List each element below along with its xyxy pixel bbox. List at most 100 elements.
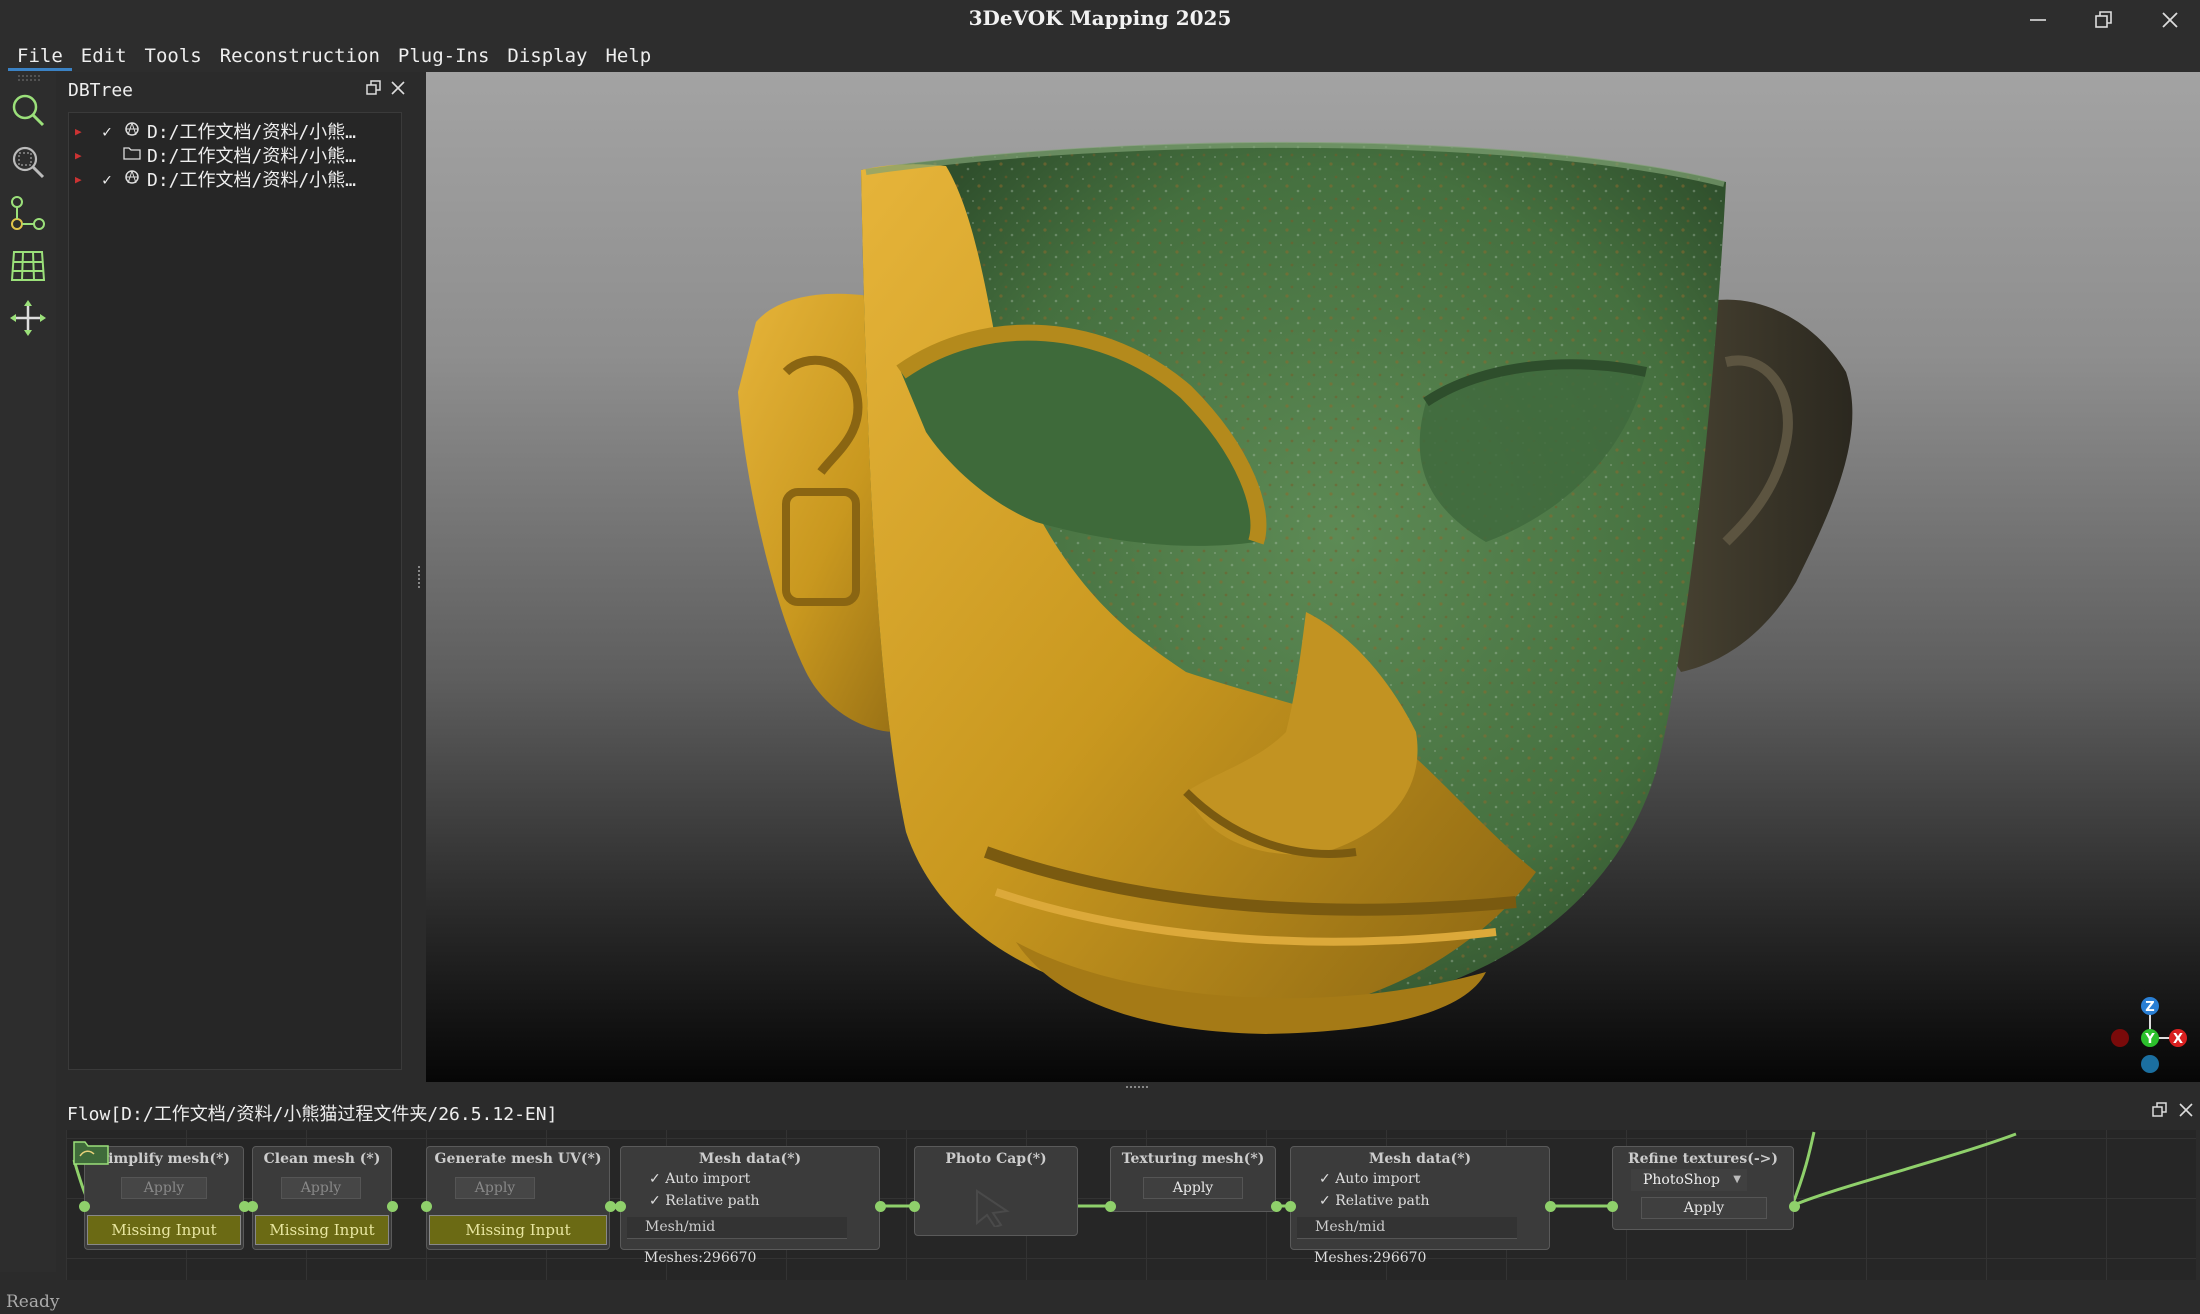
tree-item[interactable]: ▶ D:/工作文档/资料/小熊…: [69, 143, 399, 167]
restore-icon: [2095, 11, 2112, 28]
cursor-watermark-icon: [976, 1189, 1010, 1227]
node-title: Mesh data(*): [1368, 1151, 1472, 1167]
missing-input-status: Missing Input: [255, 1215, 389, 1245]
dbtree-close-button[interactable]: [390, 80, 406, 101]
mesh-path-field[interactable]: Mesh/mid: [1297, 1217, 1517, 1239]
close-icon: [2162, 12, 2178, 28]
apply-button[interactable]: Apply: [1143, 1177, 1243, 1199]
menu-reconstruction[interactable]: Reconstruction: [211, 41, 389, 71]
dbtree-list: ▶ ✓ D:/工作文档/资料/小熊… ▶ D:/工作文档/资料/小熊… ▶ ✓ …: [68, 112, 402, 1070]
restore-button[interactable]: [2076, 4, 2132, 36]
menu-plug-ins[interactable]: Plug-Ins: [389, 41, 499, 71]
flow-graph-canvas[interactable]: Simplify mesh(*) Apply Missing Input Cle…: [66, 1130, 2196, 1280]
mesh-data-node[interactable]: Mesh data(*) ✓ Auto import ✓ Relative pa…: [1290, 1146, 1550, 1250]
flow-close-button[interactable]: [2178, 1102, 2194, 1123]
auto-import-label: Auto import: [665, 1171, 751, 1187]
node-port[interactable]: [1789, 1201, 1800, 1212]
node-port[interactable]: [875, 1201, 886, 1212]
axis-gizmo[interactable]: Z X Y: [2106, 992, 2196, 1082]
expand-arrow-icon[interactable]: ▶: [75, 149, 89, 162]
mesh-path-field[interactable]: Mesh/mid: [627, 1217, 847, 1239]
node-port[interactable]: [247, 1201, 258, 1212]
flow-panel: Flow[D:/工作文档/资料/小熊猫过程文件夹/26.5.12-EN] Sim…: [56, 1082, 2200, 1288]
neg-z-axis-ball[interactable]: [2141, 1055, 2159, 1073]
node-port[interactable]: [79, 1201, 90, 1212]
relative-path-checkbox[interactable]: ✓ Relative path: [1319, 1193, 1430, 1209]
node-port[interactable]: [421, 1201, 432, 1212]
tree-item-label: D:/工作文档/资料/小熊…: [147, 146, 357, 167]
mesh-object-icon: [121, 121, 143, 141]
node-graph-tool-button[interactable]: [6, 192, 50, 236]
node-port[interactable]: [1285, 1201, 1296, 1212]
search-icon: [12, 94, 45, 127]
chevron-down-icon: ▼: [1733, 1174, 1741, 1185]
mesh-grid-tool-button[interactable]: [6, 244, 50, 288]
menu-help[interactable]: Help: [596, 41, 660, 71]
apply-button[interactable]: Apply: [455, 1177, 535, 1199]
mesh-count: Meshes:296670: [644, 1250, 757, 1266]
search-tool-button[interactable]: [6, 88, 50, 132]
apply-button[interactable]: Apply: [1641, 1197, 1767, 1219]
move-tool-button[interactable]: [6, 296, 50, 340]
neg-x-axis-ball[interactable]: [2111, 1029, 2129, 1047]
close-icon: [391, 81, 405, 95]
apply-button[interactable]: Apply: [281, 1177, 361, 1199]
missing-input-status: Missing Input: [429, 1215, 607, 1245]
node-port[interactable]: [909, 1201, 920, 1212]
y-axis-label: Y: [2144, 1032, 2155, 1047]
status-text: Ready: [6, 1292, 60, 1312]
close-button[interactable]: [2142, 4, 2198, 36]
minimize-button[interactable]: [2010, 4, 2066, 36]
move-icon: [10, 300, 46, 336]
mesh-object-icon: [121, 169, 143, 189]
menu-file[interactable]: File: [8, 41, 72, 71]
panel-splitter[interactable]: [418, 566, 422, 588]
node-title: Mesh data(*): [698, 1151, 802, 1167]
node-title: Refine textures(->): [1627, 1151, 1778, 1167]
status-bar: Ready: [0, 1288, 2200, 1314]
node-port[interactable]: [1607, 1201, 1618, 1212]
title-bar: 3DeVOK Mapping 2025: [0, 0, 2200, 40]
expand-arrow-icon[interactable]: ▶: [75, 173, 89, 186]
tree-item[interactable]: ▶ ✓ D:/工作文档/资料/小熊…: [69, 119, 399, 144]
generate-mesh-uv-node[interactable]: Generate mesh UV(*) Apply Missing Input: [426, 1146, 610, 1250]
tree-item[interactable]: ▶ ✓ D:/工作文档/资料/小熊…: [69, 167, 399, 192]
node-port[interactable]: [387, 1201, 398, 1212]
menu-display[interactable]: Display: [498, 41, 596, 71]
flow-splitter-grip-icon[interactable]: [1126, 1084, 1150, 1090]
flow-float-button[interactable]: [2152, 1102, 2168, 1123]
menu-edit[interactable]: Edit: [72, 41, 136, 71]
node-port[interactable]: [1105, 1201, 1116, 1212]
dbtree-float-button[interactable]: [366, 80, 382, 101]
node-port[interactable]: [1271, 1201, 1282, 1212]
clean-mesh-node[interactable]: Clean mesh (*) Apply Missing Input: [252, 1146, 392, 1250]
bronze-mask-model[interactable]: [426, 72, 2200, 1082]
texturing-mesh-node[interactable]: Texturing mesh(*) Apply: [1110, 1146, 1276, 1212]
visibility-checkbox[interactable]: ✓: [97, 122, 117, 141]
node-title: Clean mesh (*): [263, 1151, 381, 1167]
left-toolbar: [0, 72, 56, 1272]
expand-arrow-icon[interactable]: ▶: [75, 125, 89, 138]
folder-node-icon[interactable]: [72, 1136, 112, 1166]
node-port[interactable]: [615, 1201, 626, 1212]
visibility-checkbox[interactable]: ✓: [97, 170, 117, 189]
photoshop-dropdown[interactable]: PhotoShop ▼: [1631, 1169, 1747, 1191]
tree-item-label: D:/工作文档/资料/小熊…: [147, 122, 357, 143]
zoom-fit-tool-button[interactable]: [6, 140, 50, 184]
mesh-data-node[interactable]: Mesh data(*) ✓ Auto import ✓ Relative pa…: [620, 1146, 880, 1250]
3d-viewport[interactable]: Z X Y: [426, 72, 2200, 1082]
relative-path-label: Relative path: [1335, 1193, 1430, 1209]
node-port[interactable]: [1545, 1201, 1556, 1212]
mesh-grid-icon: [10, 251, 46, 281]
auto-import-label: Auto import: [1335, 1171, 1421, 1187]
x-axis-label: X: [2173, 1032, 2183, 1047]
auto-import-checkbox[interactable]: ✓ Auto import: [649, 1171, 750, 1187]
node-graph-icon: [11, 196, 45, 230]
dropdown-value: PhotoShop: [1643, 1172, 1720, 1188]
menu-tools[interactable]: Tools: [136, 41, 211, 71]
photo-cap-node[interactable]: Photo Cap(*): [914, 1146, 1078, 1236]
apply-button[interactable]: Apply: [121, 1177, 207, 1199]
auto-import-checkbox[interactable]: ✓ Auto import: [1319, 1171, 1420, 1187]
relative-path-checkbox[interactable]: ✓ Relative path: [649, 1193, 760, 1209]
refine-textures-node[interactable]: Refine textures(->) PhotoShop ▼ Apply: [1612, 1146, 1794, 1230]
